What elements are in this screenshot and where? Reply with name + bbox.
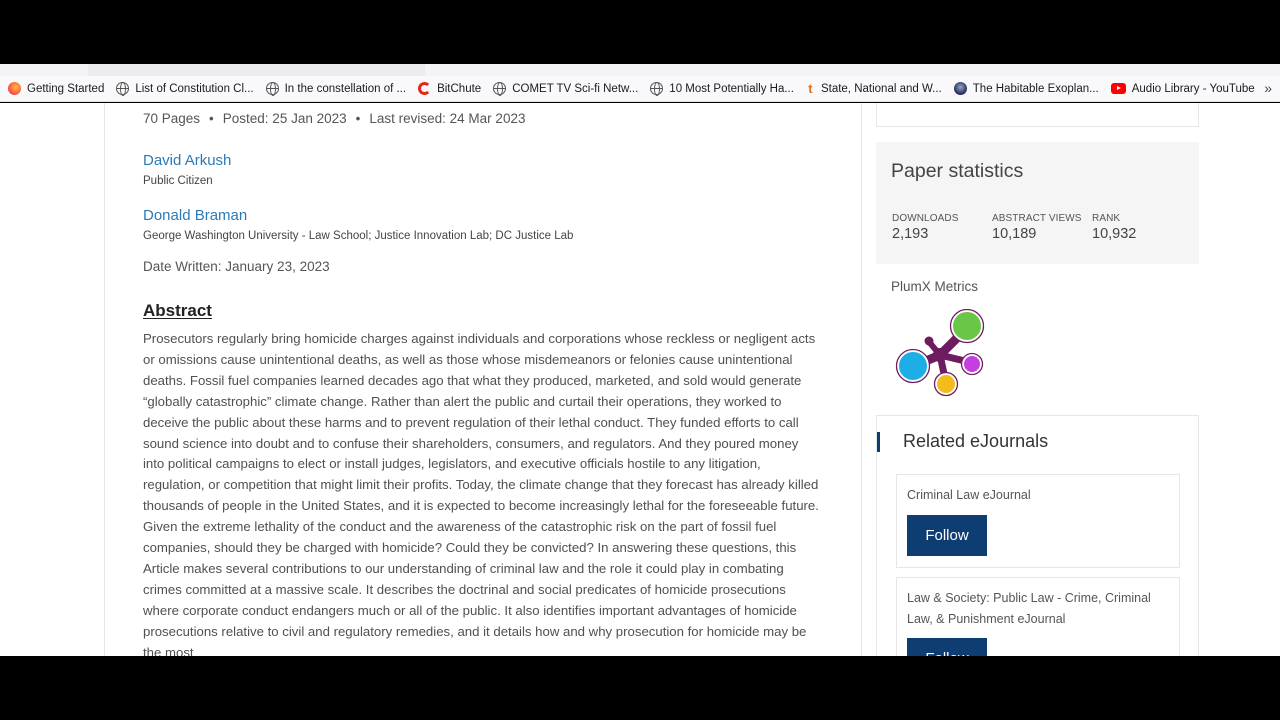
video-letterbox-bottom: [0, 656, 1280, 720]
plumx-label: PlumX Metrics: [891, 279, 979, 294]
bookmark-label: COMET TV Sci-fi Netw...: [512, 82, 639, 95]
bookmark-constitution[interactable]: List of Constitution Cl...: [116, 82, 254, 96]
bookmark-label: List of Constitution Cl...: [135, 82, 254, 95]
section-accent: [877, 432, 880, 452]
globe-icon: [265, 82, 279, 96]
stat-label: RANK: [1092, 213, 1121, 224]
bookmark-label: Getting Started: [27, 82, 105, 95]
related-ejournals: Related eJournals Criminal Law eJournal …: [876, 415, 1199, 656]
bookmark-getting-started[interactable]: Getting Started: [8, 82, 104, 95]
tumblr-icon: t: [808, 81, 813, 96]
firefox-icon: [8, 82, 21, 95]
follow-button[interactable]: Follow: [907, 638, 987, 656]
stat-value: 2,193: [892, 226, 929, 242]
content-divider-middle: [861, 103, 862, 656]
stat-downloads: DOWNLOADS 2,193: [892, 213, 958, 242]
meta-separator: •: [355, 111, 361, 126]
stat-label: DOWNLOADS: [892, 213, 959, 224]
paper-statistics: Paper statistics DOWNLOADS 2,193 ABSTRAC…: [876, 142, 1199, 264]
exoplanet-icon: [953, 82, 967, 95]
stat-value: 10,189: [992, 226, 1037, 242]
page-count: 70 Pages: [143, 111, 201, 126]
bookmarks-bar: Getting Started List of Constitution Cl.…: [0, 76, 1280, 102]
author-link[interactable]: Donald Braman: [143, 207, 247, 224]
bookmark-label: 10 Most Potentially Ha...: [669, 82, 794, 95]
stat-label: ABSTRACT VIEWS: [992, 213, 1082, 224]
ejournal-name: Criminal Law eJournal: [907, 488, 1031, 502]
bookmarks-overflow-chevron-icon[interactable]: »: [1264, 80, 1272, 96]
plumx-metrics-icon[interactable]: [894, 309, 990, 397]
abstract-text: Prosecutors regularly bring homicide cha…: [143, 331, 819, 656]
video-letterbox-top: [0, 0, 1280, 64]
tab-strip-fragment: [88, 64, 425, 76]
paper-statistics-title: Paper statistics: [891, 160, 1024, 182]
ejournal-card: Criminal Law eJournal Follow: [896, 474, 1180, 568]
bookmark-comet-tv[interactable]: COMET TV Sci-fi Netw...: [493, 82, 639, 96]
youtube-icon: [1110, 83, 1126, 94]
follow-button[interactable]: Follow: [907, 515, 987, 556]
bookmark-label: In the constellation of ...: [284, 82, 407, 95]
ejournal-name: Law & Society: Public Law - Crime, Crimi…: [907, 591, 1151, 626]
bookmark-bitchute[interactable]: BitChute: [418, 82, 481, 95]
bookmark-10-most[interactable]: 10 Most Potentially Ha...: [650, 82, 794, 96]
author-link[interactable]: David Arkush: [143, 152, 231, 169]
paper-meta: 70 Pages • Posted: 25 Jan 2023 • Last revise…: [143, 111, 525, 126]
posted-date: Posted: 25 Jan 2023: [222, 111, 347, 126]
globe-icon: [116, 82, 130, 96]
date-written: Date Written: January 23, 2023: [143, 259, 330, 274]
bookmark-label: State, National and W...: [820, 82, 942, 95]
bookmark-habitable-exoplanets[interactable]: The Habitable Exoplan...: [953, 82, 1099, 95]
page-content: 70 Pages • Posted: 25 Jan 2023 • Last revise…: [0, 103, 1280, 656]
revised-date: Last revised: 24 Mar 2023: [369, 111, 526, 126]
download-card-fragment: [876, 103, 1199, 127]
author-affiliation: George Washington University - Law Schoo…: [143, 230, 574, 242]
bookmark-state-national[interactable]: t State, National and W...: [806, 82, 942, 95]
stat-rank: RANK 10,932: [1092, 213, 1136, 242]
bitchute-icon: [418, 82, 432, 95]
stat-value: 10,932: [1092, 226, 1137, 242]
bookmark-audio-library[interactable]: Audio Library - YouTube: [1110, 82, 1255, 95]
stat-abstract-views: ABSTRACT VIEWS 10,189: [992, 213, 1082, 242]
related-ejournals-title: Related eJournals: [903, 431, 1049, 451]
bookmark-label: Audio Library - YouTube: [1131, 82, 1255, 95]
bookmark-label: The Habitable Exoplan...: [972, 82, 1099, 95]
globe-icon: [650, 82, 664, 96]
bookmark-constellation[interactable]: In the constellation of ...: [265, 82, 407, 96]
author-affiliation: Public Citizen: [143, 175, 213, 187]
meta-separator: •: [209, 111, 214, 126]
globe-icon: [493, 82, 507, 96]
abstract-heading: Abstract: [143, 301, 212, 320]
ejournal-card: Law & Society: Public Law - Crime, Crimi…: [896, 577, 1180, 656]
content-divider-left: [104, 103, 105, 656]
browser-toolbar-edge: [0, 64, 1280, 76]
bookmark-label: BitChute: [437, 82, 482, 95]
